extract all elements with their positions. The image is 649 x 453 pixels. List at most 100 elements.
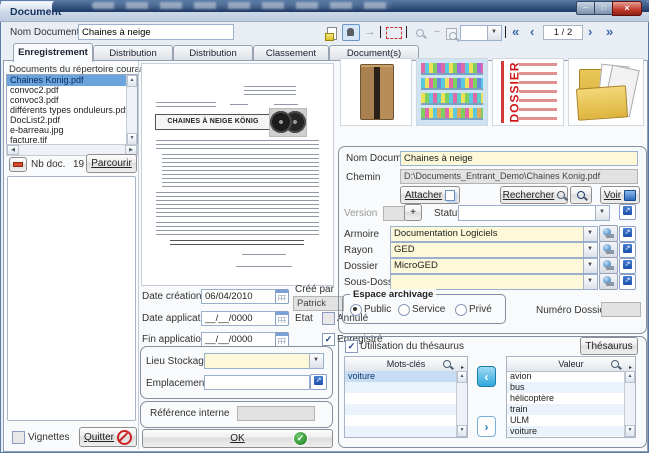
next-page-button[interactable]: › (588, 25, 592, 39)
mots-cles-scrollbar[interactable]: ▲ ▼ (456, 371, 467, 437)
vignettes-checkbox[interactable] (12, 431, 25, 444)
file-list[interactable]: Chaines Konig.pdf convoc2.pdf convoc3.pd… (6, 74, 138, 146)
valeur-scrollbar[interactable]: ▲ ▼ (624, 371, 635, 437)
first-page-button[interactable]: « (512, 25, 519, 39)
search-advanced-button[interactable] (570, 186, 592, 204)
value-row[interactable]: hélicoptère (507, 393, 624, 404)
radio-public[interactable] (350, 304, 362, 316)
minimize-button[interactable]: – (576, 1, 595, 15)
document-preview[interactable]: CHAINES À NEIGE KÖNIG (141, 63, 334, 286)
dossier-lookup-button[interactable] (599, 257, 618, 274)
fin-application-input[interactable]: __/__/0000 (201, 332, 277, 347)
rechercher-button[interactable]: Rechercher (500, 186, 568, 204)
tab-enregistrement[interactable]: Enregistrement (13, 43, 93, 62)
parcourir-button[interactable]: Parcourir (86, 154, 137, 173)
nom-document-input[interactable] (78, 24, 234, 40)
ok-label: OK (230, 433, 244, 444)
radio-prive[interactable] (455, 304, 467, 316)
pan-tool-icon[interactable] (342, 24, 360, 41)
tile-rayon[interactable] (416, 58, 488, 126)
search-icon[interactable] (611, 360, 619, 368)
chevron-down-icon (487, 26, 501, 40)
statut-dropdown[interactable] (458, 205, 610, 221)
date-application-input[interactable]: __/__/0000 (201, 311, 277, 326)
value-row[interactable]: train (507, 404, 624, 415)
last-page-button[interactable]: » (606, 25, 613, 39)
annule-checkbox[interactable] (322, 312, 335, 325)
armoire-dropdown[interactable]: Documentation Logiciels (390, 226, 598, 242)
voir-button[interactable]: Voir (600, 186, 640, 204)
zoom-level-dropdown[interactable] (460, 25, 502, 41)
zone-select-icon[interactable] (386, 27, 402, 39)
emplacement-input[interactable] (204, 375, 310, 390)
calendar-icon[interactable] (275, 289, 289, 304)
tile-armoire[interactable] (340, 58, 412, 126)
annotate-icon[interactable] (323, 25, 341, 42)
rayon-lookup-button[interactable] (599, 241, 618, 258)
value-text: hélicoptère (510, 393, 554, 403)
mots-cles-table[interactable]: Mots-clés ▸ voiture ▲ ▼ (344, 356, 468, 438)
file-list-scrollbar[interactable]: ▲ ▼ (126, 75, 137, 145)
ok-button[interactable]: OK ✓ (142, 429, 333, 448)
armoire-edit-button[interactable] (619, 226, 636, 242)
tab-distribution-externe[interactable]: Distribution externe (173, 45, 253, 61)
calendar-icon[interactable] (275, 311, 289, 326)
scroll-left-icon[interactable]: ◀ (7, 145, 19, 155)
previous-page-button[interactable]: ‹ (530, 25, 534, 39)
chevron-down-icon (583, 259, 597, 273)
value-row[interactable]: avion (507, 371, 624, 382)
toolbar-separator (505, 26, 506, 38)
thesaurus-use-checkbox[interactable]: ✓ (345, 340, 358, 353)
dossier-edit-button[interactable] (619, 258, 636, 274)
valeur-header[interactable]: Valeur ▸ (507, 357, 635, 372)
tile-sous-dossier[interactable] (568, 58, 644, 126)
transfer-left-button[interactable]: ‹ (477, 366, 496, 387)
thesaurus-button[interactable]: Thésaurus (580, 337, 638, 355)
rayon-edit-button[interactable] (619, 242, 636, 258)
archive-nom-document-field[interactable]: Chaines à neige (400, 151, 638, 166)
add-version-button[interactable]: + (404, 204, 422, 221)
armoire-lookup-button[interactable] (599, 225, 618, 242)
rayon-dropdown[interactable]: GED (390, 242, 598, 258)
emplacement-edit-button[interactable] (310, 374, 327, 390)
radio-service[interactable] (398, 304, 410, 316)
scroll-up-icon[interactable]: ▲ (625, 371, 635, 383)
date-creation-input[interactable]: 06/04/2010 (201, 289, 277, 304)
remove-doc-button[interactable] (9, 157, 27, 172)
calendar-icon[interactable] (275, 332, 289, 347)
quitter-button[interactable]: Quitter (79, 427, 137, 447)
enregistre-checkbox[interactable]: ✓ (322, 333, 335, 346)
statut-edit-button[interactable] (619, 204, 636, 220)
tab-classement[interactable]: Classement (253, 45, 329, 61)
scroll-up-icon[interactable]: ▲ (457, 371, 467, 383)
radio-public-label: Public (364, 304, 391, 315)
red-dash-icon (13, 162, 23, 167)
scroll-up-icon[interactable]: ▲ (127, 75, 137, 87)
arrow-glyph: → (365, 26, 376, 38)
maximize-button[interactable]: □ (594, 1, 613, 15)
value-row[interactable]: bus (507, 382, 624, 393)
value-row[interactable]: voiture (507, 426, 624, 436)
tile-dossier[interactable]: DOSSIER (492, 58, 564, 126)
keyword-row[interactable]: voiture (345, 371, 456, 382)
sous-dossier-edit-button[interactable] (619, 274, 636, 290)
sous-dossier-lookup-button[interactable] (599, 273, 618, 290)
attacher-button[interactable]: Attacher (400, 186, 460, 204)
search-icon[interactable] (443, 360, 451, 368)
dossier-dropdown[interactable]: MicroGED (390, 258, 598, 274)
scroll-down-icon[interactable]: ▼ (625, 425, 635, 437)
value-row[interactable]: ULM (507, 415, 624, 426)
date-creation-label: Date création (142, 291, 201, 302)
transfer-right-button[interactable]: › (477, 416, 496, 437)
mots-cles-header[interactable]: Mots-clés ▸ (345, 357, 467, 372)
attacher-label: Attacher (405, 190, 442, 201)
shelf-books-icon (421, 108, 483, 120)
scroll-down-icon[interactable]: ▼ (457, 425, 467, 437)
zoom-fit-icon[interactable] (442, 25, 460, 42)
close-button[interactable]: × (612, 1, 642, 16)
forward-arrow-icon[interactable]: → (361, 24, 379, 41)
tab-distribution-interne[interactable]: Distribution interne (93, 45, 173, 61)
valeur-table[interactable]: Valeur ▸ avion bus hélicoptère train ULM… (506, 356, 636, 438)
lieu-stockage-dropdown[interactable] (204, 353, 324, 369)
sous-dossier-dropdown[interactable] (390, 274, 598, 290)
